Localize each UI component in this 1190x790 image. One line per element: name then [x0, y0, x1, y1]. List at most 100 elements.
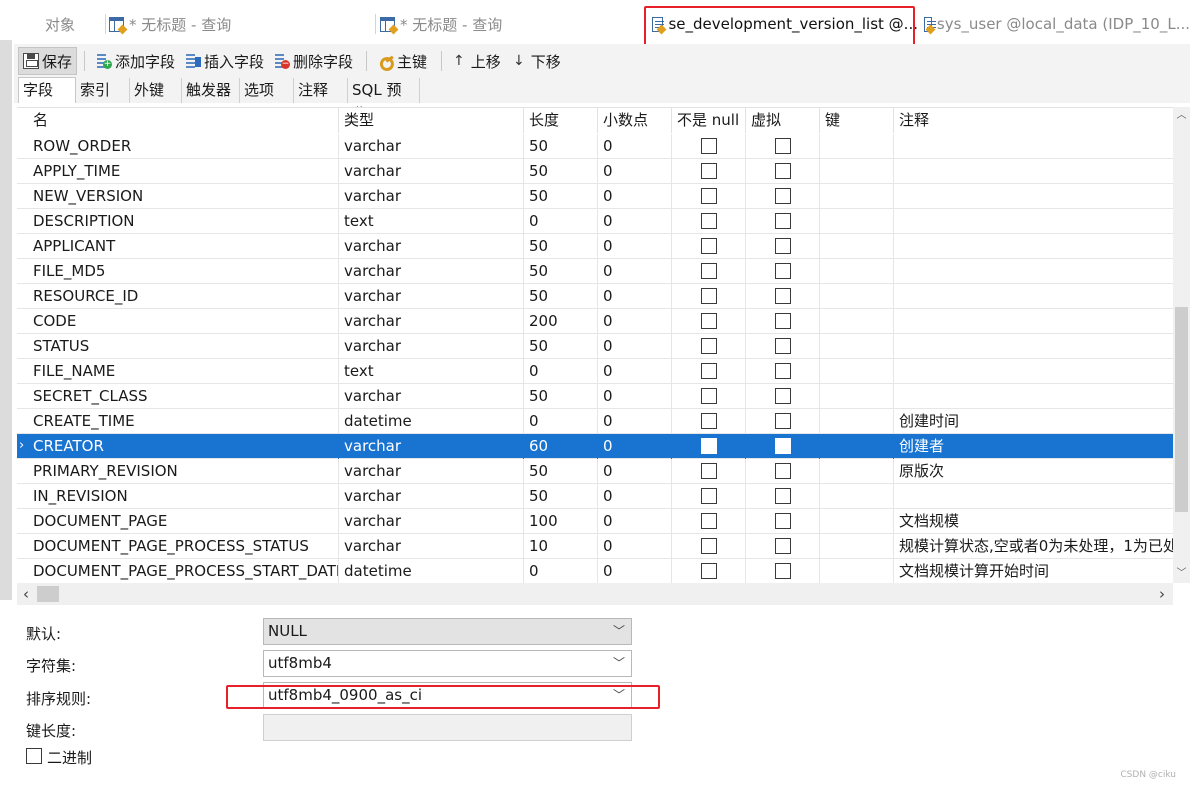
primary-key-button[interactable]: 主键 [373, 47, 432, 75]
column-header-virtual[interactable]: 虚拟 [746, 108, 820, 133]
cell-key[interactable] [820, 284, 894, 309]
tab-se-development-version-list[interactable]: se_development_version_list @... [646, 8, 918, 40]
tab-query-1[interactable]: * 无标题 - 查询 [106, 8, 376, 40]
binary-checkbox[interactable] [26, 748, 42, 764]
cell-length[interactable]: 50 [524, 459, 598, 484]
cell-decimals[interactable]: 0 [598, 209, 672, 234]
virtual-checkbox[interactable] [775, 513, 791, 529]
cell-length[interactable]: 50 [524, 134, 598, 159]
table-row[interactable]: APPLICANT varchar 50 0 [17, 234, 1173, 259]
move-down-button[interactable]: ↓ 下移 [508, 47, 566, 75]
not-null-checkbox[interactable] [701, 538, 717, 554]
cell-name[interactable]: DOCUMENT_PAGE [28, 509, 339, 534]
cell-name[interactable]: CREATE_TIME [28, 409, 339, 434]
move-up-button[interactable]: ↑ 上移 [448, 47, 506, 75]
cell-key[interactable] [820, 409, 894, 434]
cell-decimals[interactable]: 0 [598, 134, 672, 159]
cell-type[interactable]: varchar [339, 259, 524, 284]
cell-key[interactable] [820, 309, 894, 334]
horizontal-scrollbar[interactable]: ‹ › [17, 583, 1173, 605]
cell-name[interactable]: CREATOR [28, 434, 339, 459]
cell-comment[interactable] [894, 209, 1173, 234]
cell-key[interactable] [820, 159, 894, 184]
column-header-not-null[interactable]: 不是 null [672, 108, 746, 133]
cell-comment[interactable] [894, 184, 1173, 209]
cell-type[interactable]: text [339, 209, 524, 234]
table-row[interactable]: STATUS varchar 50 0 [17, 334, 1173, 359]
virtual-checkbox[interactable] [775, 563, 791, 579]
tab-sql-preview[interactable]: SQL 预览 [348, 78, 420, 123]
cell-type[interactable]: varchar [339, 434, 524, 459]
table-row[interactable]: FILE_NAME text 0 0 [17, 359, 1173, 384]
charset-select[interactable]: utf8mb4 ﹀ [263, 650, 632, 677]
virtual-checkbox[interactable] [775, 163, 791, 179]
cell-length[interactable]: 0 [524, 209, 598, 234]
tab-query-2[interactable]: * 无标题 - 查询 [376, 8, 646, 40]
not-null-checkbox[interactable] [701, 213, 717, 229]
cell-type[interactable]: varchar [339, 159, 524, 184]
cell-key[interactable] [820, 509, 894, 534]
cell-type[interactable]: varchar [339, 459, 524, 484]
cell-length[interactable]: 50 [524, 259, 598, 284]
cell-name[interactable]: FILE_MD5 [28, 259, 339, 284]
cell-key[interactable] [820, 334, 894, 359]
cell-name[interactable]: RESOURCE_ID [28, 284, 339, 309]
tab-sys-user[interactable]: sys_user @local_data (IDP_10_L... [920, 8, 1190, 40]
cell-length[interactable]: 60 [524, 434, 598, 459]
cell-decimals[interactable]: 0 [598, 484, 672, 509]
cell-comment[interactable] [894, 484, 1173, 509]
default-select[interactable]: NULL ﹀ [263, 618, 632, 645]
not-null-checkbox[interactable] [701, 263, 717, 279]
cell-length[interactable]: 100 [524, 509, 598, 534]
cell-name[interactable]: DOCUMENT_PAGE_PROCESS_STATUS [28, 534, 339, 559]
virtual-checkbox[interactable] [775, 138, 791, 154]
tab-indexes[interactable]: 索引 [76, 78, 130, 103]
cell-comment[interactable]: 规模计算状态,空或者0为未处理，1为已处 [894, 534, 1173, 559]
table-row[interactable]: DESCRIPTION text 0 0 [17, 209, 1173, 234]
not-null-checkbox[interactable] [701, 388, 717, 404]
column-header-length[interactable]: 长度 [524, 108, 598, 133]
tab-fields[interactable]: 字段 [18, 77, 76, 103]
table-row[interactable]: NEW_VERSION varchar 50 0 [17, 184, 1173, 209]
virtual-checkbox[interactable] [775, 288, 791, 304]
cell-decimals[interactable]: 0 [598, 459, 672, 484]
scroll-left-icon[interactable]: ‹ [17, 583, 35, 605]
cell-length[interactable]: 50 [524, 484, 598, 509]
table-row[interactable]: FILE_MD5 varchar 50 0 [17, 259, 1173, 284]
table-row[interactable]: DOCUMENT_PAGE varchar 100 0 文档规模 [17, 509, 1173, 534]
cell-decimals[interactable]: 0 [598, 534, 672, 559]
cell-length[interactable]: 10 [524, 534, 598, 559]
not-null-checkbox[interactable] [701, 363, 717, 379]
not-null-checkbox[interactable] [701, 463, 717, 479]
cell-length[interactable]: 50 [524, 334, 598, 359]
cell-type[interactable]: datetime [339, 559, 524, 583]
cell-type[interactable]: varchar [339, 134, 524, 159]
table-row[interactable]: ROW_ORDER varchar 50 0 [17, 134, 1173, 159]
save-button[interactable]: 保存 [18, 47, 78, 75]
cell-name[interactable]: APPLY_TIME [28, 159, 339, 184]
tab-options[interactable]: 选项 [240, 78, 294, 103]
virtual-checkbox[interactable] [775, 313, 791, 329]
cell-decimals[interactable]: 0 [598, 259, 672, 284]
scroll-right-icon[interactable]: › [1153, 583, 1171, 605]
cell-decimals[interactable]: 0 [598, 384, 672, 409]
virtual-checkbox[interactable] [775, 463, 791, 479]
not-null-checkbox[interactable] [701, 413, 717, 429]
cell-name[interactable]: DESCRIPTION [28, 209, 339, 234]
cell-comment[interactable] [894, 234, 1173, 259]
cell-key[interactable] [820, 234, 894, 259]
not-null-checkbox[interactable] [701, 163, 717, 179]
collation-select[interactable]: utf8mb4_0900_as_ci ﹀ [263, 682, 632, 709]
virtual-checkbox[interactable] [775, 213, 791, 229]
cell-length[interactable]: 0 [524, 409, 598, 434]
cell-name[interactable]: DOCUMENT_PAGE_PROCESS_START_DATE [28, 559, 339, 583]
not-null-checkbox[interactable] [701, 488, 717, 504]
cell-decimals[interactable]: 0 [598, 509, 672, 534]
cell-length[interactable]: 50 [524, 384, 598, 409]
virtual-checkbox[interactable] [775, 538, 791, 554]
cell-decimals[interactable]: 0 [598, 409, 672, 434]
tab-objects[interactable]: 对象 [20, 8, 106, 40]
vertical-scrollbar[interactable]: ︿ ﹀ [1173, 107, 1190, 583]
cell-key[interactable] [820, 534, 894, 559]
cell-decimals[interactable]: 0 [598, 559, 672, 583]
